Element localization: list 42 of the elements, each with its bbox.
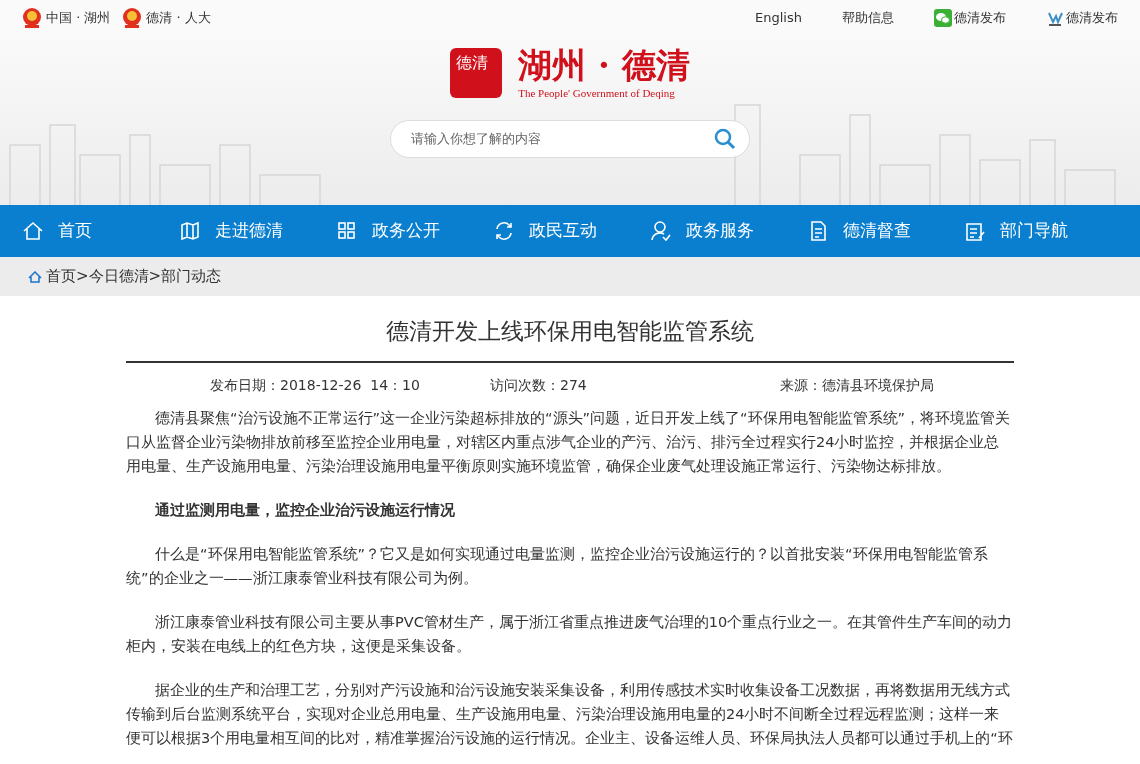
breadcrumb-link[interactable]: 部门动态: [161, 265, 222, 288]
top-link[interactable]: 德清发布: [1066, 7, 1118, 28]
site-subtitle: The People' Government of Deqing: [518, 86, 676, 101]
user-icon: [650, 220, 672, 242]
top-link[interactable]: 德清发布: [954, 7, 1006, 28]
grid-icon: [336, 220, 358, 242]
article-paragraph: 德清县聚焦“治污设施不正常运行”这一企业污染超标排放的“源头”问题，近日开发上线了“环保用电智能监管系统”，将环境监管关口从监督企业污染物排放前移至监控企业用电量，对辖区内重点涉气企业的产污、治污、排污全过程实行24小时监控，并根据企业总用电量、生产设施用电量、污染治理设施用电量平衡原则实施环境监管，确保企业废气处理设施正常运行、污染物达标排放。: [126, 408, 1012, 476]
article-meta: 访问次数：274: [490, 375, 588, 395]
home-icon: [28, 270, 42, 283]
emblem-icon: [122, 6, 143, 29]
article-meta: 发布日期：2018-12-26 14：10: [210, 375, 421, 395]
article-paragraph: 浙江康泰管业科技有限公司主要从事PVC管材生产，属于浙江省重点推进废气治理的10个重点行业之一。在其管件生产车间的动力柜内，安装在电线上的红色方块，这便是采集设备。: [126, 612, 1014, 656]
nav-item[interactable]: 政务服务: [650, 218, 807, 244]
nav-item[interactable]: 政民互动: [493, 218, 650, 244]
top-link[interactable]: 中国 · 湖州: [46, 7, 111, 28]
exchange-arrows-icon: [493, 220, 515, 242]
article-paragraph: 什么是“环保用电智能监管系统”？它又是如何实现通过电量监测，监控企业治污设施运行的？以首批安装“环保用电智能监管系统”的企业之一——浙江康泰管业科技有限公司为例。: [126, 544, 989, 588]
top-link[interactable]: 德清 · 人大: [146, 7, 211, 28]
top-link[interactable]: 帮助信息: [842, 7, 894, 28]
map-icon: [179, 220, 201, 242]
search-icon[interactable]: [714, 127, 736, 150]
nav-item[interactable]: 德清督查: [807, 218, 964, 244]
chat-bubbles-icon: [934, 8, 952, 27]
site-title: 湖州 · 德清: [518, 45, 690, 85]
breadcrumb-link[interactable]: 今日德清: [88, 265, 149, 288]
home-icon: [22, 220, 44, 242]
nav-item[interactable]: 首页: [22, 218, 179, 244]
top-link[interactable]: English: [755, 7, 802, 28]
emblem-icon: [22, 6, 42, 29]
section-heading: 通过监测用电量，监控企业治污设施运行情况: [154, 500, 456, 520]
breadcrumb-separator: >: [148, 266, 162, 288]
article-title: 德清开发上线环保用电智能监管系统: [126, 296, 1014, 363]
breadcrumb-link[interactable]: 首页: [46, 265, 76, 288]
nav-item[interactable]: 政务公开: [336, 218, 493, 244]
search-field[interactable]: 请输入你想了解的内容: [390, 119, 750, 158]
breadcrumb-separator: >: [76, 266, 89, 288]
nav-item[interactable]: 走进德清: [179, 218, 336, 244]
logo-seal: 德清: [450, 48, 503, 99]
article-meta: 来源：德清县环境保护局: [780, 375, 934, 395]
checklist-icon: [964, 220, 986, 242]
article-paragraph: 据企业的生产和治理工艺，分别对产污设施和治污设施安装采集设备，利用传感技术实时收集设备工况数据，再将数据用无线方式传输到后台监测系统平台，实现对企业总用电量、生产设施用电量、污染治理设施用电量的24小时不间断全过程远程监测；这样一来便可以根据3个用电量相互间的比对，精准掌握治污设施的运行情况。企业主、设备运维人员、环保局执法人员都可以通过手机上的“环: [126, 680, 1014, 748]
nav-item[interactable]: 部门导航: [964, 218, 1121, 244]
